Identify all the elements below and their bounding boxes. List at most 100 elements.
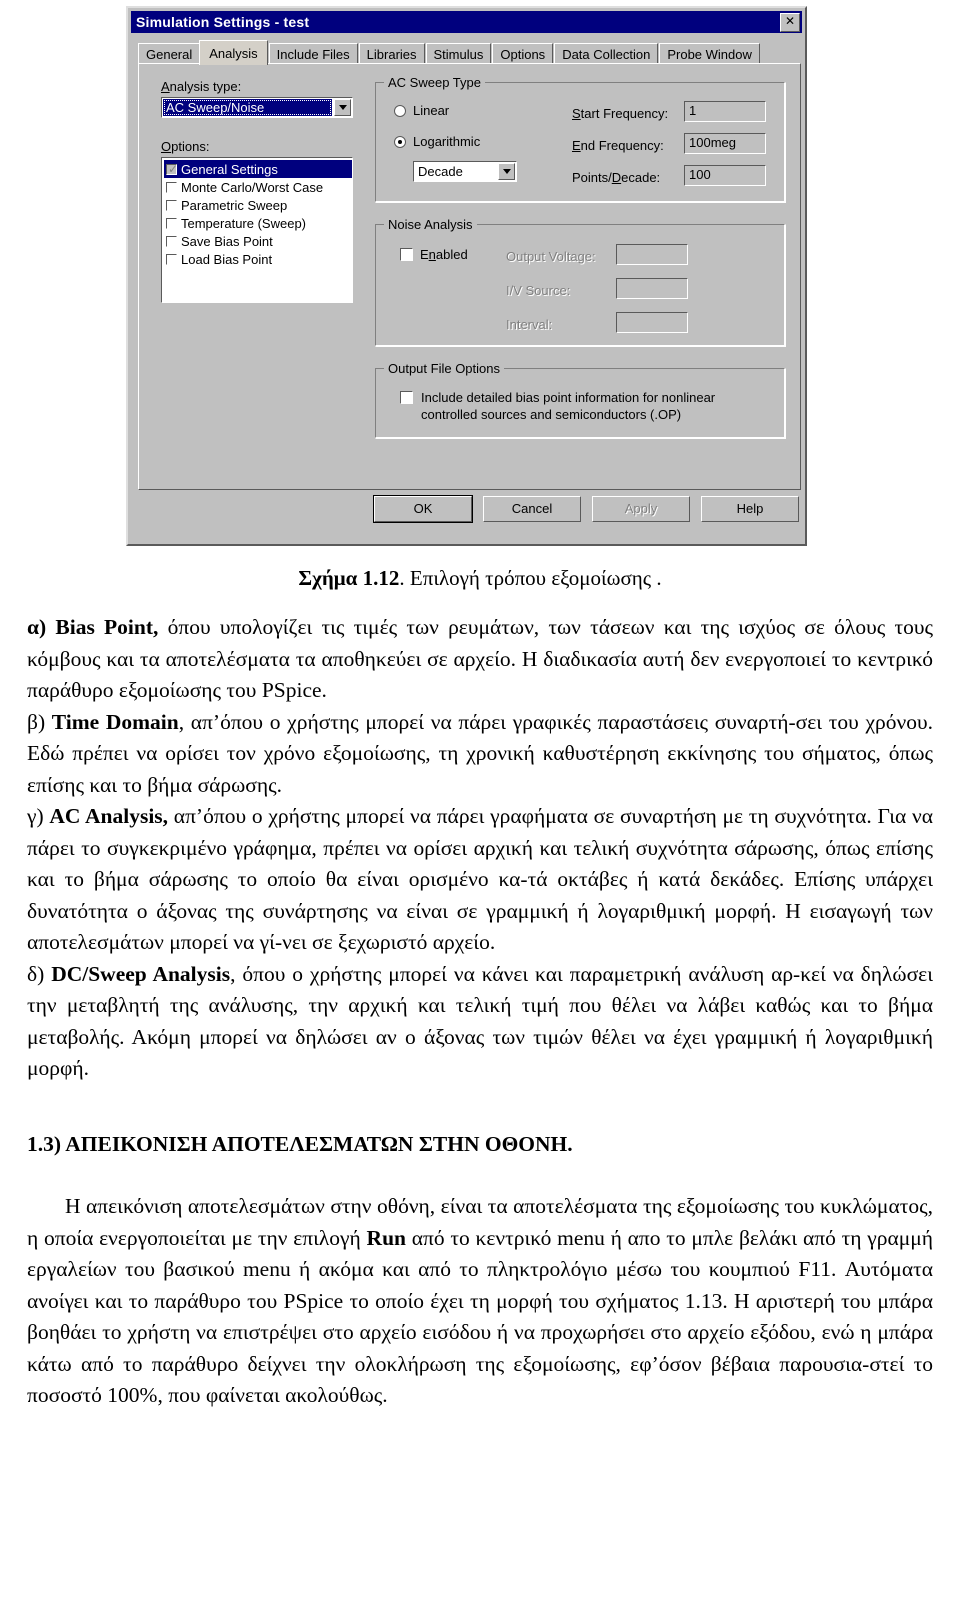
noise-enabled-checkbox[interactable]: Enabled	[400, 247, 468, 262]
radio-linear[interactable]: Linear	[394, 103, 449, 118]
para-d-prefix: δ)	[27, 961, 52, 986]
noise-analysis-title: Noise Analysis	[384, 217, 477, 232]
iv-source-label: I/V Source:	[506, 283, 571, 298]
para-c-bold: AC Analysis,	[49, 804, 169, 828]
ac-sweep-type-group: AC Sweep Type Linear Logarithmic Decade …	[374, 75, 786, 203]
analysis-tab-panel: Analysis type: AC Sweep/Noise Options: ✓…	[138, 63, 801, 490]
figure-caption-bold: Σχήμα 1.12	[298, 566, 400, 590]
analysis-type-value: AC Sweep/Noise	[163, 99, 332, 116]
document-body: α) Bias Point, όπου υπολογίζει τις τιμές…	[27, 612, 933, 1412]
radio-logarithmic[interactable]: Logarithmic	[394, 134, 480, 149]
analysis-type-select[interactable]: AC Sweep/Noise	[161, 97, 353, 118]
close-button[interactable]: ✕	[780, 12, 800, 32]
tab-libraries[interactable]: Libraries	[358, 43, 425, 64]
output-file-options-group: Output File Options Include detailed bia…	[374, 361, 786, 439]
tab-include-files[interactable]: Include Files	[268, 43, 358, 64]
option-parametric-sweep[interactable]: Parametric Sweep	[164, 196, 352, 214]
output-voltage-label: Output Voltage:	[506, 249, 596, 264]
end-frequency-label: End Frequency:	[572, 138, 664, 153]
option-label: Parametric Sweep	[181, 197, 288, 213]
para-c-prefix: γ)	[27, 804, 50, 828]
option-load-bias-point[interactable]: Load Bias Point	[164, 250, 352, 268]
close-icon: ✕	[784, 13, 796, 28]
start-frequency-input[interactable]: 1	[684, 101, 766, 122]
dialog-titlebar[interactable]: Simulation Settings - test ✕	[131, 11, 802, 33]
chevron-down-icon[interactable]	[498, 163, 515, 180]
para-b-bold: Time Domain	[51, 709, 179, 734]
option-label: Save Bias Point	[181, 233, 273, 249]
ac-sweep-type-title: AC Sweep Type	[384, 75, 485, 90]
dialog-title: Simulation Settings - test	[136, 14, 310, 30]
interval-label: Interval:	[506, 317, 553, 332]
section-heading: 1.3) ΑΠΕΙΚΟΝΙΣΗ ΑΠΟΤΕΛΕΣΜΑΤΩΝ ΣΤΗΝ ΟΘΟΝΗ…	[27, 1131, 573, 1156]
cancel-button[interactable]: Cancel	[483, 496, 581, 522]
para-e-run-label: Run	[366, 1225, 406, 1250]
points-per-decade-label: Points/Decade:	[572, 170, 661, 185]
include-bias-point-label: Include detailed bias point information …	[421, 390, 716, 422]
option-general-settings[interactable]: ✓ General Settings	[164, 160, 352, 178]
iv-source-input[interactable]	[616, 278, 688, 299]
paragraph-dc-sweep-analysis: δ) DC/Sweep Analysis, όπου ο χρήστης μπο…	[27, 959, 933, 1085]
checkbox-icon[interactable]	[166, 199, 177, 211]
option-label: Monte Carlo/Worst Case	[181, 179, 324, 195]
option-save-bias-point[interactable]: Save Bias Point	[164, 232, 352, 250]
dialog-button-row: OK Cancel Apply Help	[128, 495, 809, 536]
ok-button[interactable]: OK	[373, 495, 473, 523]
help-button[interactable]: Help	[701, 496, 799, 522]
option-label: Load Bias Point	[181, 251, 273, 267]
tab-analysis[interactable]: Analysis	[199, 40, 268, 65]
paragraph-results-display: Η απεικόνιση αποτελεσμάτων στην οθόνη, ε…	[27, 1191, 933, 1412]
checkbox-icon[interactable]	[166, 235, 177, 247]
radio-linear-label: Linear	[413, 103, 450, 118]
checkbox-icon[interactable]	[400, 248, 413, 261]
tab-options[interactable]: Options	[492, 43, 554, 64]
tab-probe-window[interactable]: Probe Window	[659, 43, 760, 64]
tab-stimulus[interactable]: Stimulus	[425, 43, 492, 64]
paragraph-ac-analysis: γ) AC Analysis, απ’όπου ο χρήστης μπορεί…	[27, 801, 933, 959]
tab-data-collection[interactable]: Data Collection	[554, 43, 659, 64]
option-temperature-sweep[interactable]: Temperature (Sweep)	[164, 214, 352, 232]
titlebar-buttons: ✕	[778, 12, 802, 32]
sweep-scale-value: Decade	[418, 164, 463, 179]
heading-spacer	[27, 1160, 933, 1191]
para-b-prefix: β)	[27, 709, 52, 734]
interval-input[interactable]	[616, 312, 688, 333]
analysis-type-label: Analysis type:	[161, 79, 242, 94]
options-listbox[interactable]: ✓ General Settings Monte Carlo/Worst Cas…	[161, 157, 353, 303]
checkbox-icon[interactable]: ✓	[166, 163, 178, 175]
para-a-bold: α) Bias Point,	[27, 615, 159, 639]
options-label: Options:	[161, 139, 210, 154]
noise-analysis-group: Noise Analysis Enabled Output Voltage: I…	[374, 217, 786, 347]
end-frequency-input[interactable]: 100meg	[684, 133, 766, 154]
para-d-bold: DC/Sweep Analysis	[51, 961, 231, 986]
para-a-rest: όπου υπολογίζει τις τιμές των ρευμάτων, …	[27, 615, 933, 702]
sweep-scale-select[interactable]: Decade	[413, 161, 517, 182]
chevron-down-icon[interactable]	[334, 99, 351, 116]
figure-caption-rest: . Επιλογή τρόπου εξομοίωσης .	[399, 566, 662, 590]
start-frequency-label: Start Frequency:	[572, 106, 669, 121]
tab-strip: General Analysis Include Files Libraries…	[138, 40, 799, 65]
checkbox-icon[interactable]	[400, 391, 413, 404]
checkbox-icon[interactable]	[166, 181, 177, 193]
apply-button: Apply	[592, 496, 690, 522]
tab-general[interactable]: General	[138, 43, 201, 64]
option-label: General Settings	[181, 161, 278, 177]
para-e-part2: από το κεντρικό menu ή απο το μπλε βελάκ…	[27, 1225, 934, 1408]
simulation-settings-dialog: Simulation Settings - test ✕ General Ana…	[126, 6, 807, 546]
figure-caption: Σχήμα 1.12. Επιλογή τρόπου εξομοίωσης .	[0, 566, 960, 591]
option-monte-carlo[interactable]: Monte Carlo/Worst Case	[164, 178, 352, 196]
include-bias-point-checkbox[interactable]: Include detailed bias point information …	[400, 389, 761, 423]
paragraph-bias-point: α) Bias Point, όπου υπολογίζει τις τιμές…	[27, 612, 933, 707]
output-file-options-title: Output File Options	[384, 361, 504, 376]
checkbox-icon[interactable]	[166, 217, 177, 229]
checkbox-icon[interactable]	[166, 253, 177, 265]
radio-logarithmic-label: Logarithmic	[413, 134, 481, 149]
radio-icon[interactable]	[394, 135, 406, 148]
option-label: Temperature (Sweep)	[181, 215, 306, 231]
paragraph-time-domain: β) Time Domain, απ’όπου ο χρήστης μπορεί…	[27, 707, 933, 802]
output-voltage-input[interactable]	[616, 244, 688, 265]
points-per-decade-input[interactable]: 100	[684, 165, 766, 186]
radio-icon[interactable]	[394, 104, 406, 117]
noise-enabled-label: Enabled	[420, 247, 468, 262]
